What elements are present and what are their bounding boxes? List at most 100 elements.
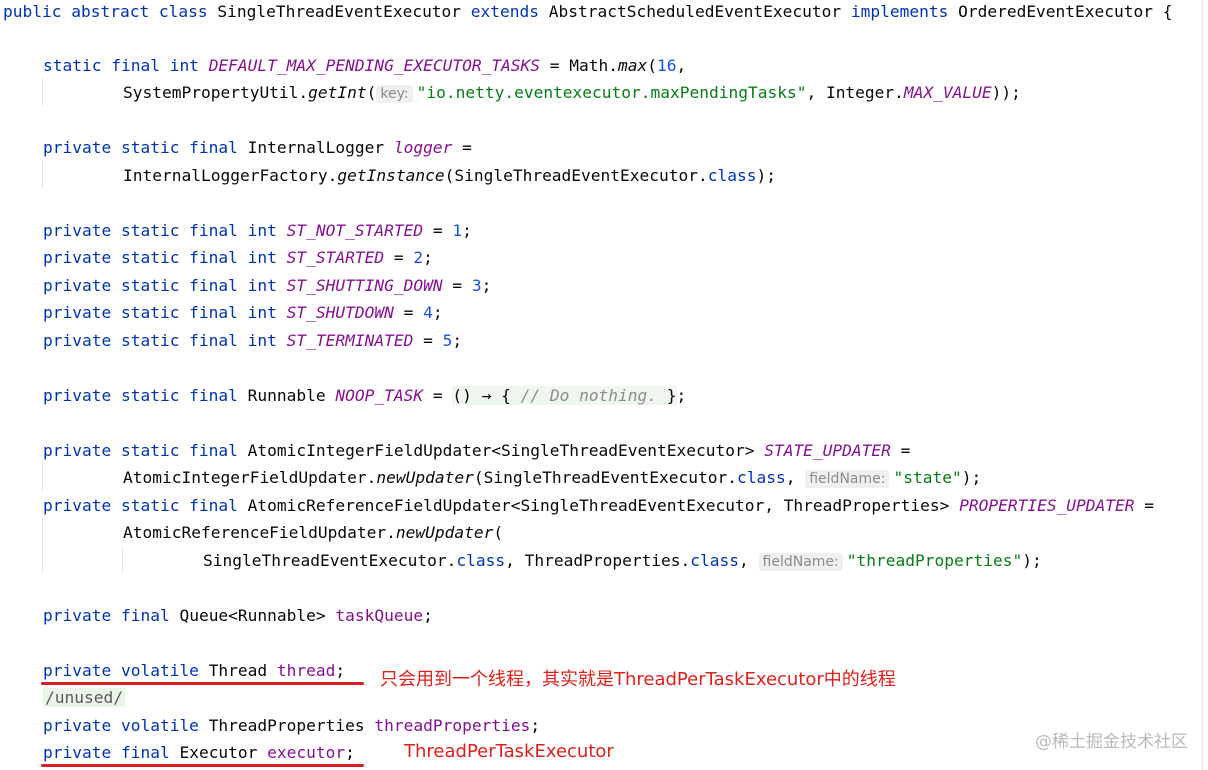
code-comment: // Do nothing. <box>520 386 667 405</box>
folded-lambda[interactable]: () → { // Do nothing. } <box>452 386 677 405</box>
type-name: Queue<Runnable> <box>179 606 336 625</box>
indent-guide <box>42 161 43 189</box>
folded-region[interactable]: /unused/ <box>43 688 125 707</box>
number-literal: 5 <box>442 331 453 350</box>
code-line-unused-fold[interactable]: /unused/ <box>43 684 125 711</box>
indent-guide <box>42 78 43 106</box>
keyword: class <box>690 551 740 570</box>
interface-name: OrderedEventExecutor { <box>958 2 1173 21</box>
type-name: InternalLogger <box>247 138 394 157</box>
keyword: private final <box>43 743 180 762</box>
indent-guide <box>122 546 123 574</box>
operator: = <box>890 441 911 460</box>
code-editor[interactable]: public abstract class SingleThreadEventE… <box>0 0 1208 770</box>
red-underline-executor <box>41 764 364 767</box>
punctuation: ); <box>961 468 982 487</box>
code-line-st-shutdown[interactable]: private static final int ST_SHUTDOWN = 4… <box>43 299 443 326</box>
keyword: class <box>456 551 506 570</box>
code-line-default-max-pending[interactable]: static final int DEFAULT_MAX_PENDING_EXE… <box>43 52 686 79</box>
static-field: MAX_VALUE <box>903 83 992 102</box>
number-literal: 2 <box>413 248 424 267</box>
static-field: STATE_UPDATER <box>764 441 891 460</box>
code-line-class-declaration[interactable]: public abstract class SingleThreadEventE… <box>3 0 1173 25</box>
punctuation: ); <box>756 166 776 185</box>
number-literal: 1 <box>452 221 463 240</box>
code-line-noop-task[interactable]: private static final Runnable NOOP_TASK … <box>43 382 686 409</box>
keyword: private static final int <box>43 248 287 267</box>
keyword: private static final <box>43 496 248 515</box>
static-field: DEFAULT_MAX_PENDING_EXECUTOR_TASKS <box>208 56 541 75</box>
punctuation: ; <box>452 331 463 350</box>
indent-guide <box>42 463 43 491</box>
punctuation: , <box>785 468 806 487</box>
method-call: max <box>618 56 648 75</box>
type-name: Executor <box>179 743 268 762</box>
keyword: private static final int <box>43 331 287 350</box>
static-field: ST_TERMINATED <box>286 331 414 350</box>
code-line-properties-updater-args[interactable]: SingleThreadEventExecutor.class, ThreadP… <box>203 547 1042 574</box>
code-line-executor[interactable]: private final Executor executor; <box>43 739 355 766</box>
thread-annotation: 只会用到一个线程，其实就是ThreadPerTaskExecutor中的线程 <box>380 669 896 690</box>
operator: = <box>442 276 472 295</box>
operator: = <box>423 221 453 240</box>
parameter-hint: fieldName: <box>758 553 843 571</box>
class-ref: SingleThreadEventExecutor. <box>203 551 457 570</box>
keyword: extends <box>470 2 549 21</box>
operator: = <box>452 138 472 157</box>
code-line-properties-updater-init[interactable]: AtomicReferenceFieldUpdater.newUpdater( <box>123 519 503 546</box>
punctuation: ; <box>345 743 355 762</box>
code-line-properties-updater[interactable]: private static final AtomicReferenceFiel… <box>43 492 1154 519</box>
punctuation: ; <box>432 303 443 322</box>
type-name: Thread <box>208 661 277 680</box>
operator: = <box>423 386 453 405</box>
lambda-arrow: () → { <box>452 386 521 405</box>
static-field: ST_NOT_STARTED <box>286 221 424 240</box>
keyword: private static final <box>43 138 248 157</box>
instance-field: executor <box>267 743 346 762</box>
method-call: getInstance <box>337 166 445 185</box>
code-line-getint[interactable]: SystemPropertyUtil.getInt(key: "io.netty.… <box>123 79 1021 106</box>
punctuation: )); <box>991 83 1021 102</box>
code-line-st-terminated[interactable]: private static final int ST_TERMINATED =… <box>43 327 462 354</box>
punctuation: ; <box>462 221 472 240</box>
paren: ( <box>647 56 658 75</box>
class-ref: AtomicIntegerFieldUpdater. <box>123 468 377 487</box>
executor-annotation: ThreadPerTaskExecutor <box>404 741 614 762</box>
lambda-close: } <box>666 386 677 405</box>
code-line-logger[interactable]: private static final InternalLogger logg… <box>43 134 472 161</box>
punctuation: , <box>739 551 759 570</box>
keyword: public abstract class <box>3 2 218 21</box>
code-line-st-not-started[interactable]: private static final int ST_NOT_STARTED … <box>43 217 472 244</box>
operator: = <box>413 331 443 350</box>
number-literal: 4 <box>423 303 433 322</box>
type-name: ThreadProperties <box>208 716 375 735</box>
string-literal: "threadProperties" <box>846 551 1023 570</box>
punctuation: ; <box>423 248 433 267</box>
class-name: SingleThreadEventExecutor <box>217 2 471 21</box>
code-line-thread-properties[interactable]: private volatile ThreadProperties thread… <box>43 712 540 739</box>
punctuation: , <box>676 56 687 75</box>
code-line-state-updater[interactable]: private static final AtomicIntegerFieldU… <box>43 437 910 464</box>
punctuation: ; <box>676 386 687 405</box>
code-line-state-updater-init[interactable]: AtomicIntegerFieldUpdater.newUpdater(Sin… <box>123 464 981 491</box>
type-name: AtomicReferenceFieldUpdater<SingleThread… <box>247 496 960 515</box>
method-call: newUpdater <box>376 468 474 487</box>
code-line-st-started[interactable]: private static final int ST_STARTED = 2; <box>43 244 433 271</box>
type-name: AtomicIntegerFieldUpdater<SingleThreadEv… <box>247 441 765 460</box>
static-field: NOOP_TASK <box>335 386 424 405</box>
code-line-task-queue[interactable]: private final Queue<Runnable> taskQueue; <box>43 602 433 629</box>
code-line-st-shutting-down[interactable]: private static final int ST_SHUTTING_DOW… <box>43 272 491 299</box>
string-literal: "io.netty.eventexecutor.maxPendingTasks" <box>416 83 807 102</box>
punctuation: ; <box>481 276 492 295</box>
parameter-hint: key: <box>376 85 413 103</box>
keyword: private static final <box>43 386 248 405</box>
punctuation: (SingleThreadEventExecutor. <box>444 166 708 185</box>
indent-guide <box>42 518 43 574</box>
keyword: private static final <box>43 441 248 460</box>
punctuation: (SingleThreadEventExecutor. <box>473 468 737 487</box>
code-line-logger-factory[interactable]: InternalLoggerFactory.getInstance(Single… <box>123 162 776 189</box>
instance-field: taskQueue <box>335 606 424 625</box>
code-line-thread[interactable]: private volatile Thread thread; <box>43 657 345 684</box>
punctuation: , Integer. <box>806 83 904 102</box>
keyword: class <box>707 166 757 185</box>
